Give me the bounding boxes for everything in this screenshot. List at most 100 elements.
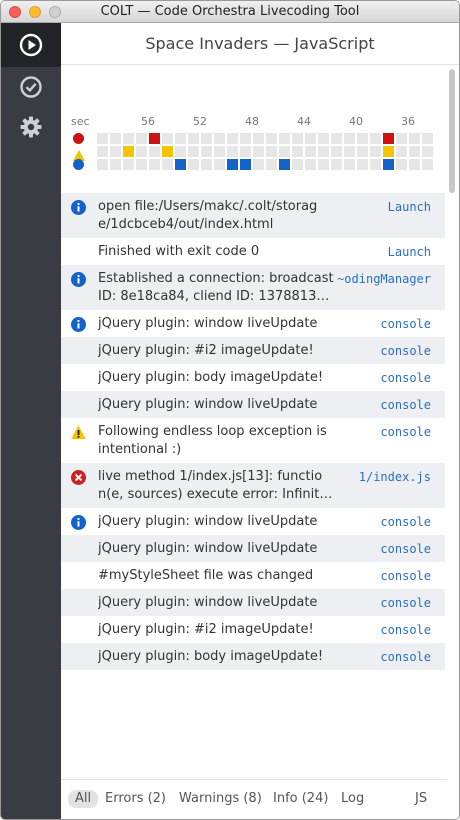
error-icon: [71, 470, 86, 485]
vertical-scrollbar[interactable]: [447, 67, 457, 803]
timeline-cell: [409, 146, 420, 157]
log-action-link[interactable]: Launch: [388, 243, 431, 261]
log-row[interactable]: jQuery plugin: body imageUpdate! console: [61, 364, 445, 391]
timeline-cell: [422, 133, 433, 144]
timeline-cell: [344, 146, 355, 157]
log-row[interactable]: jQuery plugin: window liveUpdate console: [61, 508, 445, 535]
log-message: open file:/Users/makc/.colt/storag e/1dc…: [98, 199, 318, 232]
gear-icon: [20, 116, 42, 138]
timeline-cell: [331, 146, 342, 157]
zoom-window-button[interactable]: [49, 6, 61, 18]
log-message: jQuery plugin: window liveUpdate: [98, 397, 318, 412]
timeline-cell: [162, 146, 173, 157]
log-action-link[interactable]: console: [380, 513, 431, 531]
log-action-link[interactable]: 1/index.js: [359, 468, 431, 486]
close-window-button[interactable]: [9, 6, 21, 18]
timeline-cell: [162, 159, 173, 170]
minimize-window-button[interactable]: [29, 6, 41, 18]
timeline-cell: [409, 133, 420, 144]
timeline-tick-label: 56: [141, 115, 155, 128]
timeline-cell: [396, 133, 407, 144]
timeline[interactable]: sec 56 52 48 44 40 36: [61, 65, 447, 191]
timeline-cell: [136, 133, 147, 144]
log-row[interactable]: Established a connection: broadcast ID: …: [61, 265, 445, 310]
log-action-link[interactable]: console: [380, 621, 431, 639]
log-action-link[interactable]: console: [380, 540, 431, 558]
log-action-link[interactable]: console: [380, 594, 431, 612]
timeline-cell: [97, 146, 108, 157]
sidebar-item-settings[interactable]: [1, 105, 61, 149]
timeline-unit-label: sec: [71, 115, 90, 128]
sidebar-item-tests[interactable]: [1, 65, 61, 109]
log-row[interactable]: jQuery plugin: window liveUpdate console: [61, 391, 445, 418]
log-action-link[interactable]: console: [380, 396, 431, 414]
timeline-cell: [318, 146, 329, 157]
timeline-cell: [383, 146, 394, 157]
timeline-cell: [97, 159, 108, 170]
timeline-cell: [318, 159, 329, 170]
log-row[interactable]: jQuery plugin: window liveUpdate console: [61, 535, 445, 562]
timeline-tick-label: 36: [401, 115, 415, 128]
log-row[interactable]: #myStyleSheet file was changed console: [61, 562, 445, 589]
log-action-link[interactable]: ~odingManager: [337, 270, 431, 288]
timeline-cell: [292, 159, 303, 170]
log-row[interactable]: jQuery plugin: body imageUpdate! console: [61, 643, 445, 670]
check-icon: [20, 76, 42, 98]
log-message: jQuery plugin: window liveUpdate: [98, 316, 318, 331]
main-panel: Space Invaders — JavaScript sec 56 52 48 44…: [61, 23, 459, 819]
log-row[interactable]: jQuery plugin: window liveUpdate console: [61, 589, 445, 616]
timeline-cell: [253, 159, 264, 170]
log-action-link[interactable]: console: [380, 567, 431, 585]
timeline-tick-label: 44: [297, 115, 311, 128]
timeline-cell: [370, 159, 381, 170]
log-action-link[interactable]: Launch: [388, 198, 431, 216]
log-message: Established a connection: broadcast ID: …: [98, 271, 334, 304]
timeline-cell: [136, 146, 147, 157]
log-message: Finished with exit code 0: [98, 244, 260, 259]
log-row[interactable]: jQuery plugin: #i2 imageUpdate! console: [61, 337, 445, 364]
filter-tab[interactable]: Warnings (8): [179, 790, 262, 808]
timeline-cell: [357, 146, 368, 157]
error-dot-icon: [73, 133, 84, 144]
log-action-link[interactable]: console: [380, 342, 431, 360]
log-row[interactable]: jQuery plugin: #i2 imageUpdate! console: [61, 616, 445, 643]
filter-tab[interactable]: JS: [415, 790, 427, 808]
log-row[interactable]: jQuery plugin: window liveUpdate console: [61, 310, 445, 337]
log-message: jQuery plugin: #i2 imageUpdate!: [98, 622, 314, 637]
timeline-cell: [201, 146, 212, 157]
log-action-link[interactable]: console: [380, 423, 431, 441]
filter-tab[interactable]: Errors (2): [105, 790, 166, 808]
log-row[interactable]: Following endless loop exception is inte…: [61, 418, 445, 463]
log-row[interactable]: live method 1/index.js[13]: functio n(e,…: [61, 463, 445, 508]
filter-tab[interactable]: Log: [341, 790, 364, 808]
timeline-cell: [344, 133, 355, 144]
timeline-cell: [266, 146, 277, 157]
filter-tab[interactable]: All: [68, 790, 99, 808]
timeline-cell: [370, 133, 381, 144]
timeline-cell: [279, 146, 290, 157]
timeline-cell: [383, 133, 394, 144]
timeline-cell: [240, 133, 251, 144]
sidebar-item-run[interactable]: [1, 23, 61, 67]
timeline-cell: [175, 159, 186, 170]
timeline-cell: [123, 159, 134, 170]
log-message: live method 1/index.js[13]: functio n(e,…: [98, 469, 333, 502]
timeline-cell: [110, 159, 121, 170]
timeline-cell: [253, 146, 264, 157]
info-dot-icon: [73, 159, 84, 170]
log-message: Following endless loop exception is inte…: [98, 424, 327, 457]
timeline-cell: [240, 146, 251, 157]
scrollbar-thumb[interactable]: [449, 69, 455, 193]
log-action-link[interactable]: console: [380, 369, 431, 387]
timeline-cell: [331, 133, 342, 144]
log-row[interactable]: open file:/Users/makc/.colt/storag e/1dc…: [61, 193, 445, 238]
timeline-cell: [149, 133, 160, 144]
log-action-link[interactable]: console: [380, 315, 431, 333]
log-action-link[interactable]: console: [380, 648, 431, 666]
timeline-cell: [110, 146, 121, 157]
warning-triangle-icon: [73, 146, 85, 161]
timeline-cell: [357, 159, 368, 170]
filter-tab[interactable]: Info (24): [273, 790, 328, 808]
log-row[interactable]: Finished with exit code 0 Launch: [61, 238, 445, 265]
filter-bar: All Errors (2) Warnings (8) Info (24) Log JS: [61, 779, 447, 819]
